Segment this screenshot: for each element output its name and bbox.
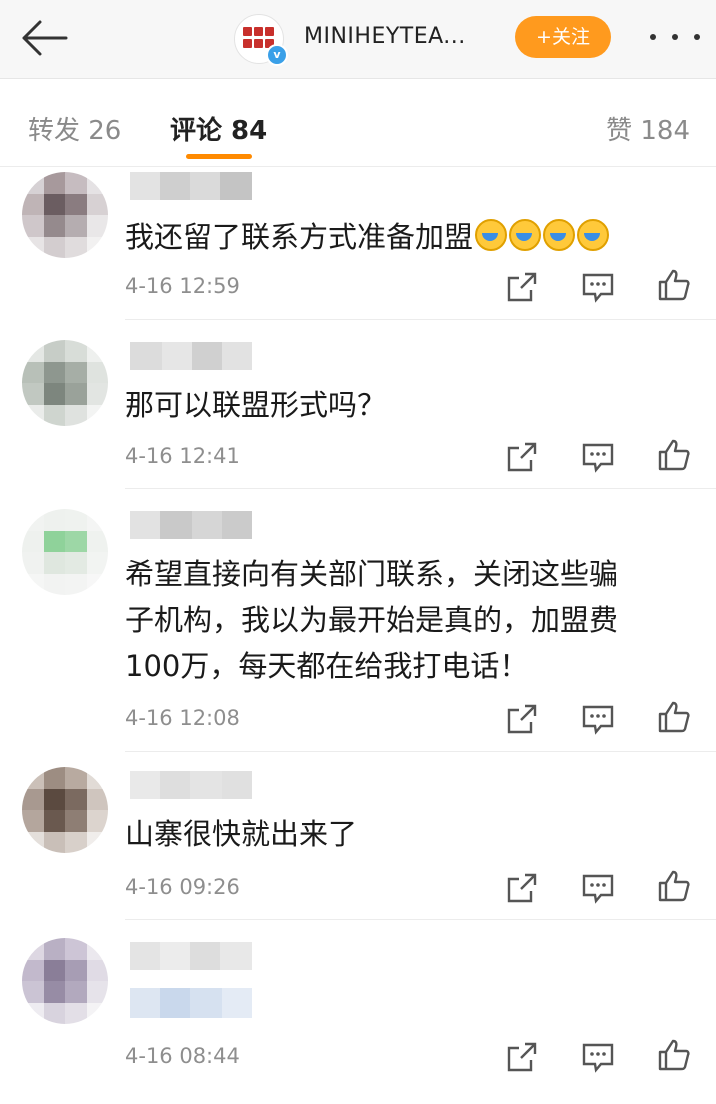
comment-text: 那可以联盟形式吗？: [125, 388, 387, 422]
reply-button[interactable]: [581, 1040, 615, 1074]
repost-icon: [507, 1042, 537, 1072]
comment-time: 4-16 12:59: [125, 274, 240, 298]
crying-emoji-icon: [543, 219, 576, 251]
repost-icon: [507, 272, 537, 302]
like-icon: [658, 1039, 690, 1071]
avatar[interactable]: [22, 509, 108, 595]
verified-badge-icon: v: [266, 44, 288, 66]
repost-button[interactable]: [505, 702, 539, 736]
reply-button[interactable]: [581, 440, 615, 474]
avatar[interactable]: [22, 938, 108, 1024]
repost-icon: [507, 442, 537, 472]
active-tab-indicator: [186, 154, 252, 159]
top-bar: v MINIHEYTEA... +关注: [0, 0, 716, 79]
avatar[interactable]: [22, 340, 108, 426]
crying-emoji-icon: [475, 219, 508, 251]
comment-text: 我还留了联系方式准备加盟: [125, 214, 695, 260]
more-icon[interactable]: [650, 22, 700, 52]
tab-repost[interactable]: 转发 26: [28, 110, 121, 147]
reply-button[interactable]: [581, 270, 615, 304]
username-redacted[interactable]: [130, 172, 252, 200]
reply-button[interactable]: [581, 871, 615, 905]
like-button[interactable]: [657, 869, 691, 903]
like-button[interactable]: [657, 268, 691, 302]
divider: [125, 319, 716, 320]
comment-time: 4-16 12:08: [125, 706, 240, 730]
follow-button[interactable]: +关注: [515, 16, 611, 58]
repost-button[interactable]: [505, 871, 539, 905]
like-button[interactable]: [657, 1038, 691, 1072]
comment-icon: [582, 443, 614, 473]
comment-icon: [582, 1043, 614, 1073]
comment-time: 4-16 08:44: [125, 1044, 240, 1068]
username-redacted[interactable]: [130, 342, 252, 370]
comment-time: 4-16 09:26: [125, 875, 240, 899]
comment-text: 山寨很快就出来了: [125, 817, 358, 851]
comment-text-redacted: [130, 988, 252, 1018]
like-icon: [658, 439, 690, 471]
comment-text: 希望直接向有关部门联系，关闭这些骗 子机构，我以为最开始是真的，加盟费 100万…: [125, 557, 619, 683]
tab-likes[interactable]: 赞 184: [606, 110, 690, 147]
comment-icon: [582, 874, 614, 904]
tab-bar: 转发 26 评论 84 赞 184: [0, 80, 716, 167]
like-icon: [658, 870, 690, 902]
reply-button[interactable]: [581, 702, 615, 736]
like-icon: [658, 269, 690, 301]
username-redacted[interactable]: [130, 942, 252, 970]
repost-button[interactable]: [505, 440, 539, 474]
comment-icon: [582, 273, 614, 303]
avatar[interactable]: [22, 767, 108, 853]
back-button[interactable]: [18, 18, 70, 58]
crying-emoji-icon: [509, 219, 542, 251]
account-name[interactable]: MINIHEYTEA...: [304, 24, 466, 49]
tab-comments[interactable]: 评论 84: [170, 110, 267, 147]
repost-button[interactable]: [505, 270, 539, 304]
comment-icon: [582, 705, 614, 735]
username-redacted[interactable]: [130, 771, 252, 799]
comment-time: 4-16 12:41: [125, 444, 240, 468]
divider: [125, 488, 716, 489]
avatar[interactable]: [22, 172, 108, 258]
repost-button[interactable]: [505, 1040, 539, 1074]
like-button[interactable]: [657, 438, 691, 472]
repost-icon: [507, 704, 537, 734]
repost-icon: [507, 873, 537, 903]
divider: [125, 751, 716, 752]
back-arrow-icon: [22, 20, 68, 56]
username-redacted[interactable]: [130, 511, 252, 539]
divider: [125, 919, 716, 920]
like-icon: [658, 701, 690, 733]
crying-emoji-icon: [577, 219, 610, 251]
like-button[interactable]: [657, 700, 691, 734]
